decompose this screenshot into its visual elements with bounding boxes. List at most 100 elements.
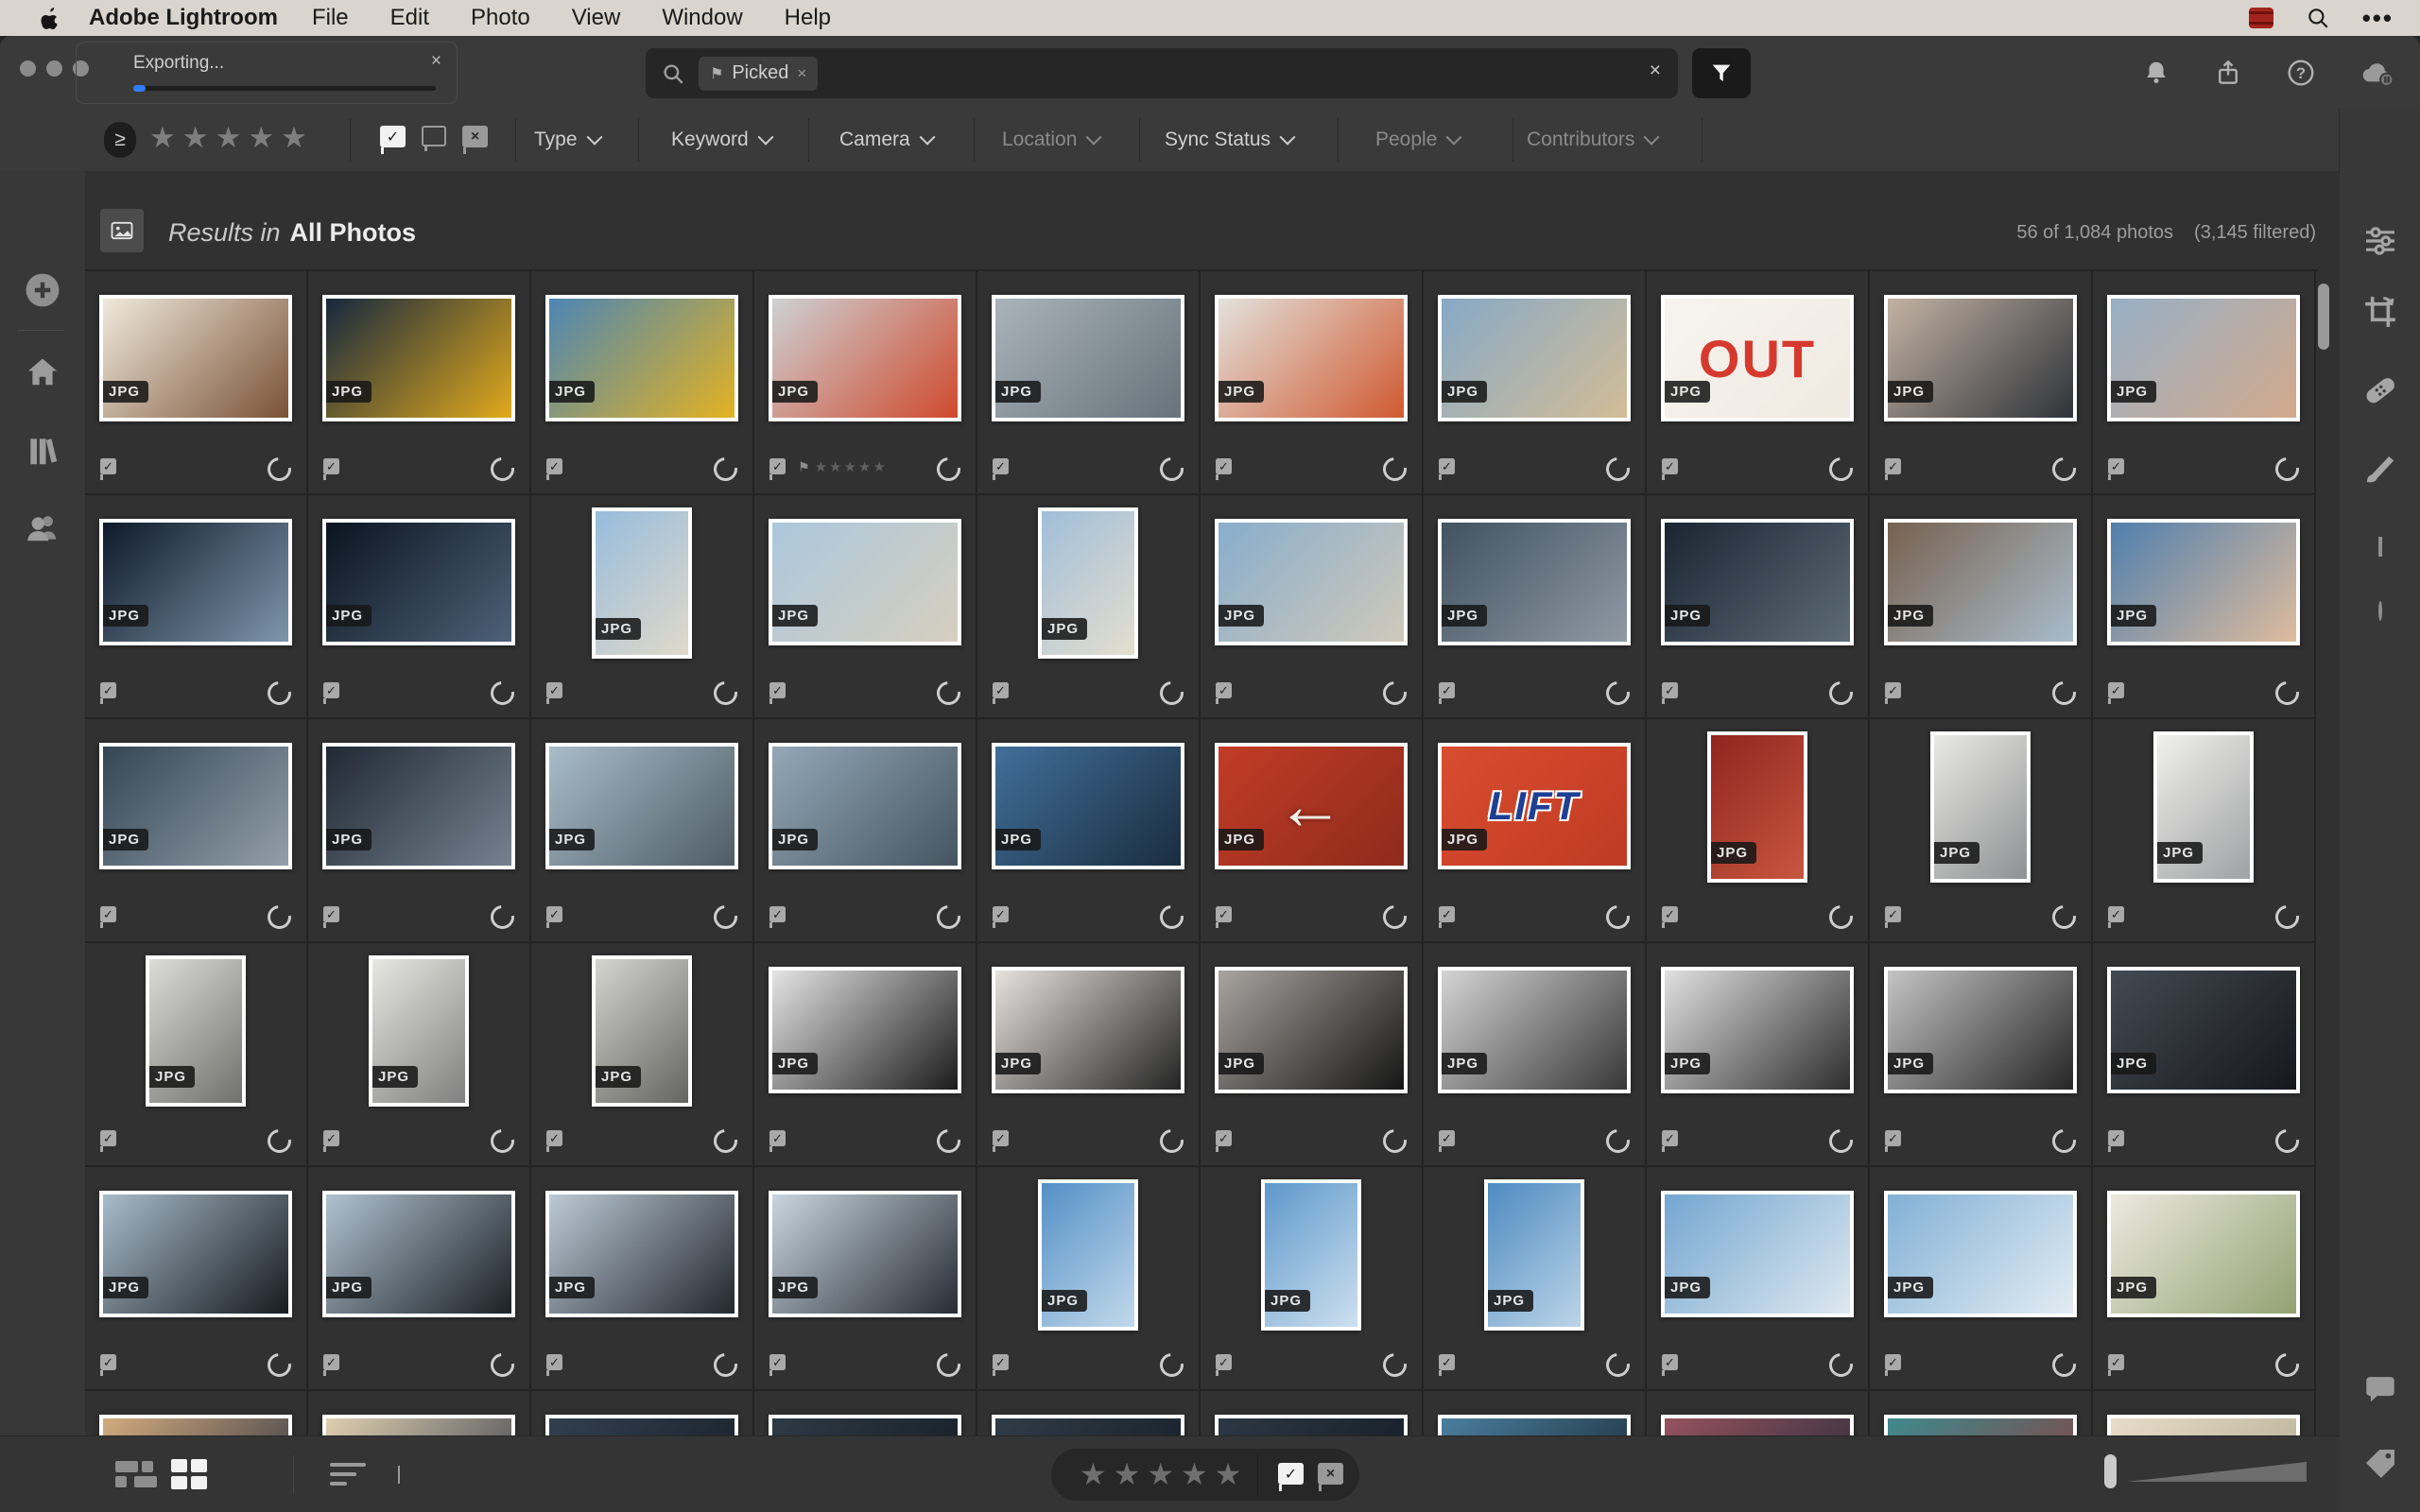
photo-cell-bw-skyline[interactable]: JPG✓	[754, 943, 977, 1167]
min-rating-operator[interactable]: ≥	[104, 122, 136, 158]
photo-thumbnail[interactable]: JPG	[1930, 731, 2031, 883]
picked-flag-checkbox[interactable]: ✓	[993, 682, 1009, 698]
photo-thumbnail[interactable]: JPG	[322, 1191, 515, 1317]
picked-flag-checkbox[interactable]: ✓	[1439, 1354, 1455, 1370]
photo-thumbnail[interactable]: JPG	[99, 743, 292, 869]
photo-thumbnail[interactable]: JPG	[1438, 967, 1631, 1093]
photo-thumbnail[interactable]: JPG	[1884, 519, 2077, 645]
spotlight-search-icon[interactable]	[2306, 6, 2330, 30]
picked-flag-checkbox[interactable]: ✓	[1885, 682, 1901, 698]
photo-cell-warehouse-person[interactable]: JPG✓	[531, 719, 754, 943]
picked-flag-checkbox[interactable]: ✓	[1885, 458, 1901, 474]
picked-flag-checkbox[interactable]: ✓	[2108, 1354, 2124, 1370]
filter-dropdown-sync-status[interactable]: Sync Status	[1165, 109, 1293, 171]
photo-thumbnail[interactable]: JPG	[2153, 731, 2254, 883]
picked-flag-checkbox[interactable]: ✓	[769, 458, 786, 474]
help-icon[interactable]: ?	[2286, 58, 2316, 88]
photo-thumbnail[interactable]: JPG	[322, 519, 515, 645]
photo-thumbnail[interactable]: JPG	[99, 1191, 292, 1317]
toolbar-flag-pick[interactable]: ✓	[1278, 1463, 1304, 1485]
photo-cell-selfie-mask-scaffold-2[interactable]: JPG✓	[85, 719, 308, 943]
token-remove-icon[interactable]: ×	[797, 64, 806, 83]
screen-recording-indicator[interactable]	[2249, 8, 2273, 28]
photo-thumbnail[interactable]: JPG	[992, 295, 1184, 421]
photo-cell-selfie-mask-scaffold[interactable]: JPG ✓	[1424, 495, 1647, 719]
photo-cell-profile-sky-buildings[interactable]: JPG✓	[977, 719, 1201, 943]
picked-flag-checkbox[interactable]: ✓	[1216, 458, 1232, 474]
photo-thumbnail[interactable]: JPG	[1661, 519, 1854, 645]
photo-cell-statue-portrait-2[interactable]: JPG ✓	[308, 943, 531, 1167]
photo-cell-office-monitors[interactable]: JPG✓	[531, 1167, 754, 1391]
app-name[interactable]: Adobe Lightroom	[89, 5, 278, 31]
photo-thumbnail[interactable]: JPG	[369, 955, 469, 1107]
photo-thumbnail[interactable]: JPG	[99, 519, 292, 645]
filter-dropdown-camera[interactable]: Camera	[839, 109, 933, 171]
picked-flag-checkbox[interactable]: ✓	[1662, 1130, 1678, 1146]
picked-flag-checkbox[interactable]: ✓	[2108, 1130, 2124, 1146]
picked-flag-checkbox[interactable]: ✓	[1662, 682, 1678, 698]
photo-cell-sunflowers-sky[interactable]: JPG✓	[531, 271, 754, 495]
sort-dropdown-chevron[interactable]	[398, 1466, 400, 1483]
picked-flag-checkbox[interactable]: ✓	[1885, 1130, 1901, 1146]
photo-thumbnail[interactable]: JPG	[2107, 1191, 2300, 1317]
picked-flag-checkbox[interactable]: ✓	[1439, 682, 1455, 698]
photo-cell-scaffolding-dark[interactable]: JPG ✓	[1647, 495, 1870, 719]
search-clear-icon[interactable]: ×	[1650, 60, 1661, 82]
photo-cell-sky-clouds-portrait-3[interactable]: JPG✓	[1424, 1167, 1647, 1391]
photo-thumbnail[interactable]: JPG	[1215, 519, 1408, 645]
rating-stars-filter[interactable]: ★★★★★	[149, 121, 314, 155]
photo-thumbnail[interactable]: JPG	[769, 967, 961, 1093]
picked-flag-checkbox[interactable]: ✓	[1885, 1354, 1901, 1370]
photo-cell-metal-grate-cone[interactable]: JPG ✓	[977, 271, 1201, 495]
photo-cell-skyline-spire[interactable]: JPG ✓	[1870, 1167, 2093, 1391]
picked-flag-checkbox[interactable]: ✓	[323, 1130, 339, 1146]
photo-cell-dumplings-plate[interactable]: JPG✓	[85, 271, 308, 495]
photo-cell-night-clouds-glow[interactable]: JPG ✓	[85, 495, 308, 719]
linear-gradient-button[interactable]	[2378, 539, 2382, 556]
photo-thumbnail[interactable]: JPG	[1884, 295, 2077, 421]
flag-picked-filter[interactable]: ✓	[380, 126, 406, 147]
photo-cell-building-looking-up-2[interactable]: JPG✓	[1201, 495, 1424, 719]
picked-flag-checkbox[interactable]: ✓	[323, 682, 339, 698]
filter-dropdown-type[interactable]: Type	[534, 109, 600, 171]
sidebar-item-people[interactable]	[23, 509, 62, 545]
photo-cell-sky-clouds-portrait-2[interactable]: JPG✓	[1201, 1167, 1424, 1391]
menu-item-photo[interactable]: Photo	[471, 5, 530, 31]
photo-thumbnail[interactable]: JPG	[1661, 967, 1854, 1093]
photo-cell-office-window[interactable]: JPG✓	[754, 1167, 977, 1391]
photo-thumbnail[interactable]: JPG	[1884, 1191, 2077, 1317]
radial-gradient-button[interactable]	[2378, 603, 2382, 620]
photo-cell-face-mask-closeup[interactable]: JPG ✓	[1870, 495, 2093, 719]
photo-cell-partial-warm[interactable]: JPG✓	[85, 1391, 308, 1438]
picked-flag-checkbox[interactable]: ✓	[1439, 1130, 1455, 1146]
picked-flag-checkbox[interactable]: ✓	[546, 458, 562, 474]
photo-cell-dumpling-plate-top[interactable]: JPG ✓	[2093, 1167, 2316, 1391]
photo-cell-sky-clouds-portrait[interactable]: JPG✓	[977, 1167, 1201, 1391]
picked-flag-checkbox[interactable]: ✓	[993, 458, 1009, 474]
brush-tool-button[interactable]	[2361, 450, 2399, 488]
photo-cell-desk-dark[interactable]: JPG✓	[2093, 943, 2316, 1167]
picked-flag-checkbox[interactable]: ✓	[769, 682, 786, 698]
photo-cell-partial-blue[interactable]: JPG✓	[1424, 1391, 1647, 1438]
export-cancel-icon[interactable]: ×	[431, 51, 441, 72]
picked-flag-checkbox[interactable]: ✓	[100, 682, 116, 698]
picked-flag-checkbox[interactable]: ✓	[1216, 1354, 1232, 1370]
photo-thumbnail[interactable]: JPG	[322, 295, 515, 421]
photo-cell-statue-blinds[interactable]: JPG✓	[531, 943, 754, 1167]
picked-flag-checkbox[interactable]: ✓	[2108, 458, 2124, 474]
photo-thumbnail[interactable]: JPG	[769, 295, 961, 421]
photo-thumbnail[interactable]: LIFTJPG	[1438, 743, 1631, 869]
photo-thumbnail[interactable]: ←JPG	[1215, 743, 1408, 869]
photo-thumbnail[interactable]: JPG	[1438, 295, 1631, 421]
picked-flag-checkbox[interactable]: ✓	[1216, 906, 1232, 922]
picked-flag-checkbox[interactable]: ✓	[993, 1354, 1009, 1370]
photo-thumbnail[interactable]: JPG	[1884, 967, 2077, 1093]
picked-flag-checkbox[interactable]: ✓	[1662, 906, 1678, 922]
apple-menu[interactable]	[38, 6, 62, 30]
picked-flag-checkbox[interactable]: ✓	[323, 1354, 339, 1370]
comments-button[interactable]	[2361, 1370, 2399, 1406]
photo-thumbnail[interactable]: JPG	[1438, 519, 1631, 645]
photo-cell-office-silhouette-2[interactable]: JPG ✓	[308, 1167, 531, 1391]
grid-scrollbar-thumb[interactable]	[2318, 284, 2329, 350]
add-photos-button[interactable]	[22, 269, 63, 311]
